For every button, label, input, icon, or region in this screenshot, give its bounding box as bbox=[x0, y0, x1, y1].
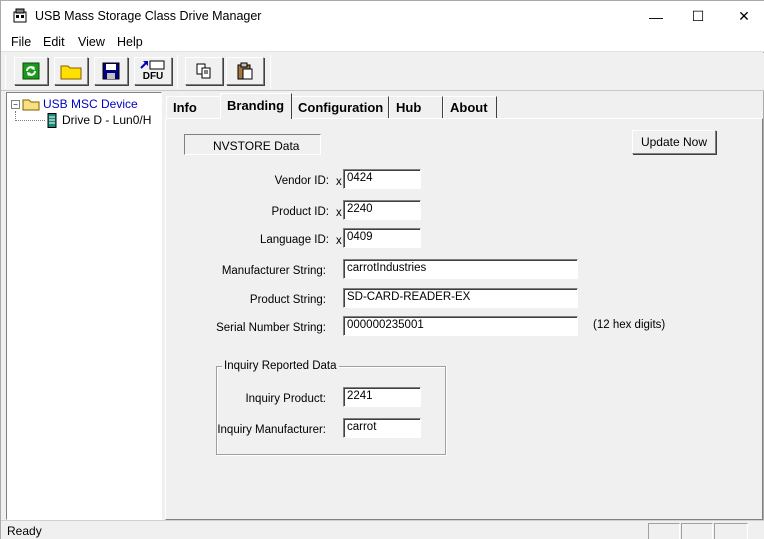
branding-panel: NVSTORE Data Update Now Vendor ID: x 042… bbox=[165, 118, 763, 520]
drive-icon bbox=[47, 112, 57, 128]
menu-file[interactable]: File bbox=[11, 35, 31, 49]
nvstore-label: NVSTORE Data bbox=[184, 134, 321, 155]
product-string-field[interactable]: SD-CARD-READER-EX bbox=[343, 288, 578, 308]
close-button[interactable]: ✕ bbox=[721, 1, 764, 32]
copy-button[interactable] bbox=[185, 57, 223, 85]
maximize-button[interactable]: ☐ bbox=[675, 1, 721, 32]
product-id-prefix: x bbox=[336, 207, 342, 219]
window-title: USB Mass Storage Class Drive Manager bbox=[35, 9, 262, 23]
product-id-field[interactable]: 2240 bbox=[343, 200, 421, 220]
menu-help[interactable]: Help bbox=[117, 35, 143, 49]
language-id-label: Language ID: bbox=[259, 234, 329, 246]
inquiry-group-box bbox=[216, 366, 446, 455]
inquiry-manufacturer-field[interactable]: carrot bbox=[343, 418, 421, 438]
tab-strip: Info Branding Configuration Hub About bbox=[165, 93, 764, 119]
tab-info[interactable]: Info bbox=[166, 96, 222, 118]
save-icon bbox=[102, 62, 120, 80]
tab-about[interactable]: About bbox=[443, 96, 497, 118]
tree-drive-node[interactable]: Drive D - Lun0/H bbox=[47, 112, 151, 128]
status-pane bbox=[648, 523, 680, 539]
dfu-button[interactable]: DFU bbox=[134, 57, 172, 85]
dfu-label: DFU bbox=[142, 71, 164, 82]
toolbar: DFU bbox=[1, 53, 764, 91]
tab-configuration[interactable]: Configuration bbox=[291, 96, 389, 118]
vendor-id-field[interactable]: 0424 bbox=[343, 169, 421, 189]
tree-root-label: USB MSC Device bbox=[43, 97, 138, 111]
status-pane bbox=[714, 523, 748, 539]
manufacturer-string-label: Manufacturer String: bbox=[221, 265, 326, 277]
folder-open-icon bbox=[22, 99, 40, 111]
main-window: USB Mass Storage Class Drive Manager — ☐… bbox=[0, 0, 764, 539]
open-folder-icon bbox=[60, 65, 82, 80]
tree-root-node[interactable]: − USB MSC Device bbox=[11, 96, 138, 112]
serial-hint: (12 hex digits) bbox=[593, 319, 666, 331]
product-string-label: Product String: bbox=[249, 294, 326, 306]
inquiry-manufacturer-label: Inquiry Manufacturer: bbox=[217, 424, 326, 436]
vendor-id-prefix: x bbox=[336, 176, 342, 188]
update-now-button[interactable]: Update Now bbox=[632, 130, 716, 154]
language-id-field[interactable]: 0409 bbox=[343, 228, 421, 248]
app-icon bbox=[13, 8, 27, 23]
tree-collapse-toggle[interactable]: − bbox=[11, 99, 20, 109]
title-bar: USB Mass Storage Class Drive Manager — ☐… bbox=[1, 1, 764, 32]
device-tree: − USB MSC Device Drive D - Lun0/H bbox=[6, 92, 162, 520]
inquiry-product-label: Inquiry Product: bbox=[245, 393, 326, 405]
product-id-label: Product ID: bbox=[271, 206, 329, 218]
inquiry-product-field[interactable]: 2241 bbox=[343, 387, 421, 407]
serial-number-label: Serial Number String: bbox=[216, 322, 326, 334]
toolbar-separator bbox=[270, 55, 271, 89]
tab-branding[interactable]: Branding bbox=[220, 93, 292, 119]
serial-number-field[interactable]: 000000235001 bbox=[343, 316, 578, 336]
save-button[interactable] bbox=[94, 57, 128, 85]
refresh-icon bbox=[22, 62, 40, 80]
status-pane bbox=[681, 523, 713, 539]
menu-bar: File Edit View Help bbox=[1, 32, 764, 52]
copy-icon bbox=[196, 63, 211, 79]
paste-icon bbox=[237, 62, 253, 80]
menu-view[interactable]: View bbox=[78, 35, 105, 49]
manufacturer-string-field[interactable]: carrotIndustries bbox=[343, 259, 578, 279]
tab-hub[interactable]: Hub bbox=[389, 96, 443, 118]
paste-button[interactable] bbox=[226, 57, 264, 85]
minimize-button[interactable]: — bbox=[633, 1, 679, 32]
open-button[interactable] bbox=[54, 57, 88, 85]
tree-drive-label: Drive D - Lun0/H bbox=[62, 113, 152, 127]
inquiry-group-title: Inquiry Reported Data bbox=[222, 360, 339, 372]
refresh-button[interactable] bbox=[14, 57, 48, 85]
language-id-prefix: x bbox=[336, 235, 342, 247]
menu-edit[interactable]: Edit bbox=[43, 35, 65, 49]
status-bar: Ready bbox=[1, 520, 764, 539]
toolbar-separator bbox=[177, 55, 178, 89]
tree-connector bbox=[15, 120, 45, 121]
toolbar-separator bbox=[5, 55, 6, 89]
vendor-id-label: Vendor ID: bbox=[274, 175, 329, 187]
status-text: Ready bbox=[7, 524, 42, 538]
